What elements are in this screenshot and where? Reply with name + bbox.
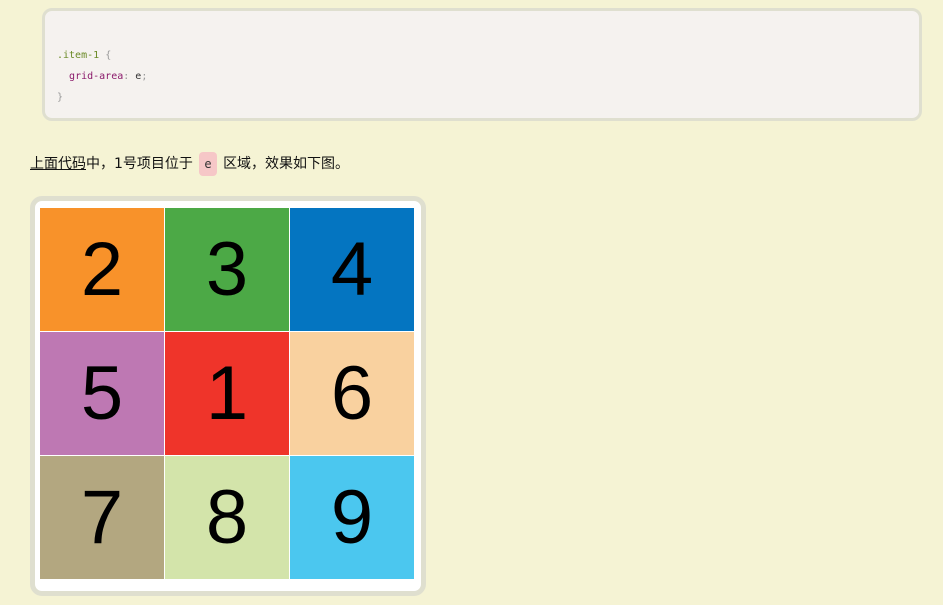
code-block: .item-1 { grid-area: e; } — [42, 8, 922, 121]
code-semicolon: ; — [141, 71, 148, 82]
code-open-brace: { — [105, 50, 112, 61]
grid-cell-7: 7 — [40, 456, 164, 579]
grid-demo-frame: 2 3 4 5 1 6 7 8 9 — [30, 196, 426, 596]
grid-container: 2 3 4 5 1 6 7 8 9 — [40, 208, 415, 582]
grid-cell-1: 1 — [165, 332, 289, 455]
code-close-brace: } — [57, 92, 64, 103]
grid-cell-6: 6 — [290, 332, 414, 455]
code-colon: : — [123, 71, 130, 82]
code-selector: .item-1 — [57, 50, 100, 61]
code-property: grid-area — [69, 71, 124, 82]
description-paragraph: 上面代码中，1号项目位于 e 区域，效果如下图。 — [30, 152, 349, 176]
paragraph-text-after: 区域，效果如下图。 — [223, 156, 350, 172]
grid-cell-4: 4 — [290, 208, 414, 331]
code-text: .item-1 { grid-area: e; } — [57, 45, 147, 108]
grid-cell-9: 9 — [290, 456, 414, 579]
grid-cell-3: 3 — [165, 208, 289, 331]
grid-cell-2: 2 — [40, 208, 164, 331]
code-reference-link[interactable]: 上面代码 — [30, 156, 86, 172]
grid-cell-5: 5 — [40, 332, 164, 455]
grid-cell-8: 8 — [165, 456, 289, 579]
inline-code-e: e — [199, 152, 217, 176]
paragraph-text-before: 中，1号项目位于 — [86, 156, 193, 172]
